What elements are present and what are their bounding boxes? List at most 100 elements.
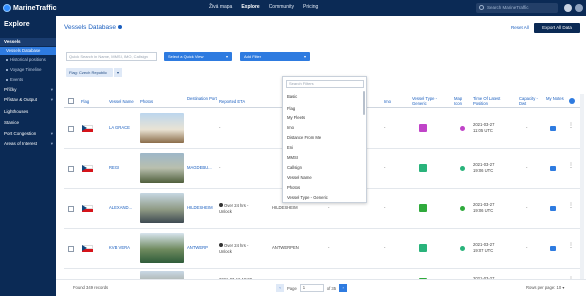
add-filter-button[interactable]: Add Filter ▾: [240, 52, 310, 61]
filter-option-distance[interactable]: Distance From Me: [287, 135, 321, 140]
notes-icon[interactable]: [550, 206, 556, 211]
dropdown-scrollbar[interactable]: [363, 91, 365, 115]
sidebar-item-historical-positions[interactable]: Historical positions: [0, 56, 56, 64]
capacity-value: -: [526, 245, 528, 250]
quick-view-select[interactable]: Select a Quick View ▾: [164, 52, 232, 61]
sidebar-group-pristav[interactable]: Přístav & Output ▾: [0, 96, 56, 104]
map-marker-icon[interactable]: [460, 206, 465, 211]
sidebar-group-lighthouses[interactable]: Lighthouses: [0, 108, 56, 116]
sidebar-group-label: Port Congestion: [4, 131, 37, 136]
row-checkbox[interactable]: [68, 246, 74, 252]
col-my-notes[interactable]: My Notes: [546, 96, 564, 101]
col-reported-eta[interactable]: Reported ETA: [219, 99, 245, 104]
vessel-name-link[interactable]: LA GRACE: [109, 125, 130, 131]
sidebar-group-areas-of-interest[interactable]: Areas of Interest ▾: [0, 140, 56, 148]
col-vessel-type[interactable]: Vessel Type - Generic: [412, 96, 442, 106]
notes-icon[interactable]: [550, 246, 556, 251]
filter-search-input[interactable]: Search Filters: [286, 80, 364, 88]
reported-eta-text[interactable]: Over 24 hrs - Unlock: [219, 203, 248, 214]
destination-port[interactable]: HILDESHEIM: [187, 205, 213, 211]
sidebar-item-label: Voyage Timeline: [10, 67, 42, 72]
logo[interactable]: MarineTraffic: [3, 3, 57, 13]
col-photos[interactable]: Photos: [140, 99, 153, 104]
row-menu-icon[interactable]: ⋮: [568, 122, 574, 129]
destination-port[interactable]: ANTWERP: [187, 245, 208, 251]
czech-flag-icon: [82, 245, 93, 252]
col-destination-port[interactable]: Destination Port: [187, 96, 217, 101]
filter-option-callsign[interactable]: Callsign: [287, 165, 302, 170]
info-icon[interactable]: [118, 25, 123, 30]
table-row[interactable]: KVB VERA ANTWERP Over 24 hrs - Unlock AN…: [64, 229, 584, 269]
sidebar-group-port-congestion[interactable]: Port Congestion ▾: [0, 130, 56, 138]
row-menu-icon[interactable]: ⋮: [568, 242, 574, 249]
sidebar-group-vessels[interactable]: Vessels: [0, 38, 56, 46]
col-vessel-name[interactable]: Vessel Name: [109, 99, 134, 104]
quick-search-input[interactable]: Quick Search in Name, MMSI, IMO, Callsig…: [66, 52, 157, 61]
sidebar-item-voyage-timeline[interactable]: Voyage Timeline: [0, 66, 56, 74]
sidebar-group-pricky[interactable]: Příčky ▾: [0, 86, 56, 94]
reported-eta: -: [219, 125, 221, 130]
sidebar-item-vessels-database[interactable]: Vessels Database: [0, 47, 56, 55]
nav-pricing[interactable]: Pricing: [303, 4, 318, 10]
col-map-icon[interactable]: Map Icon: [454, 96, 468, 106]
page-number-input[interactable]: 1: [299, 284, 324, 292]
notes-icon[interactable]: [550, 126, 556, 131]
reported-eta-text[interactable]: Over 24 hrs - Unlock: [219, 243, 248, 254]
main-content: Vessels Database Reset All Export All Da…: [56, 16, 586, 296]
vessel-photo[interactable]: [140, 233, 184, 263]
map-marker-icon[interactable]: [460, 166, 465, 171]
vessel-name-link[interactable]: ALEXAND...: [109, 205, 132, 211]
nav-explore[interactable]: Explore: [241, 4, 259, 10]
filter-option-eni[interactable]: Eni: [287, 145, 293, 150]
filter-option-photos[interactable]: Photos: [287, 185, 300, 190]
sidebar-item-label: Vessels Database: [6, 48, 41, 53]
notes-icon[interactable]: [550, 166, 556, 171]
notifications-icon[interactable]: [564, 4, 572, 12]
capacity-value: -: [526, 205, 528, 210]
col-time-latest-position[interactable]: Time Of Latest Position: [473, 96, 507, 106]
filter-option-imo[interactable]: Imo: [287, 125, 294, 130]
vessel-name-link[interactable]: REGI: [109, 165, 119, 171]
filter-option-vessel-name[interactable]: Vessel Name: [287, 175, 312, 180]
col-capacity-dwt[interactable]: Capacity - Dwt: [519, 96, 541, 106]
row-checkbox[interactable]: [68, 206, 74, 212]
filter-option-vessel-type[interactable]: Vessel Type - Generic: [287, 195, 328, 200]
filter-option-mmsi[interactable]: MMSI: [287, 155, 298, 160]
page-label: Page: [287, 285, 297, 291]
export-all-data-button[interactable]: Export All Data: [534, 23, 580, 33]
reset-all-button[interactable]: Reset All: [511, 25, 529, 30]
nav-community[interactable]: Community: [269, 4, 294, 10]
col-imo[interactable]: Imo: [384, 99, 391, 104]
vessel-photo[interactable]: [140, 153, 184, 183]
filter-chip-dropdown[interactable]: ▾: [114, 68, 122, 77]
next-page-button[interactable]: ›: [339, 284, 348, 292]
filter-option-my-fleets[interactable]: My Fleets: [287, 115, 305, 120]
map-marker-icon[interactable]: [460, 246, 465, 251]
row-menu-icon[interactable]: ⋮: [568, 162, 574, 169]
global-search-input[interactable]: Search MarineTraffic: [476, 3, 558, 13]
table-scrollbar[interactable]: [580, 94, 584, 279]
row-checkbox[interactable]: [68, 166, 74, 172]
row-checkbox[interactable]: [68, 126, 74, 132]
sidebar-group-stanice[interactable]: Stanice: [0, 119, 56, 127]
filter-option-flag[interactable]: Flag: [287, 106, 295, 111]
avatar[interactable]: [575, 4, 583, 12]
logo-text: MarineTraffic: [13, 4, 57, 12]
vessel-name-link[interactable]: KVB VERA: [109, 245, 130, 251]
vessel-photo[interactable]: [140, 113, 184, 143]
map-marker-icon[interactable]: [460, 126, 465, 131]
select-all-checkbox[interactable]: [68, 98, 74, 104]
nav-live-map[interactable]: Živá mapa: [209, 4, 232, 10]
filter-chip-flag[interactable]: Flag: Czech Republic: [66, 68, 113, 77]
filter-chip-label: Flag: Czech Republic: [69, 70, 108, 75]
chevron-down-icon: ▾: [303, 54, 306, 59]
sidebar-item-events[interactable]: Events: [0, 76, 56, 84]
add-column-icon[interactable]: [569, 98, 575, 104]
capacity-value: -: [526, 165, 528, 170]
destination-port[interactable]: MAGDEBU...: [187, 165, 212, 171]
row-menu-icon[interactable]: ⋮: [568, 202, 574, 209]
rows-per-page[interactable]: Rows per page: 10 ▾: [526, 285, 564, 290]
prev-page-button[interactable]: ‹: [276, 284, 284, 292]
col-flag[interactable]: Flag: [81, 99, 89, 104]
vessel-photo[interactable]: [140, 193, 184, 223]
